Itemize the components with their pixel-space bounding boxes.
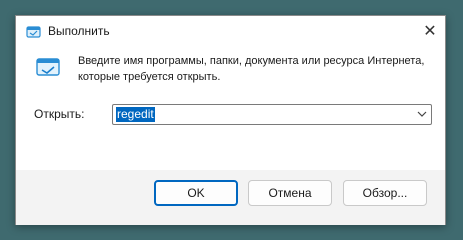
title-bar[interactable]: Выполнить ✕: [16, 16, 445, 48]
open-combobox[interactable]: regedit: [112, 104, 432, 125]
cancel-button[interactable]: Отмена: [248, 180, 332, 206]
browse-button[interactable]: Обзор...: [343, 180, 427, 206]
close-button[interactable]: ✕: [419, 19, 441, 43]
run-dialog: Выполнить ✕ Введите имя программы, папки…: [15, 15, 446, 225]
chevron-down-icon[interactable]: [417, 109, 427, 119]
open-input-value[interactable]: regedit: [116, 107, 155, 122]
run-icon: [26, 26, 41, 38]
window-title: Выполнить: [48, 24, 110, 38]
ok-button[interactable]: OK: [154, 180, 238, 206]
button-bar: OK Отмена Обзор...: [16, 170, 445, 225]
close-icon: ✕: [423, 23, 437, 40]
run-icon: [36, 58, 60, 76]
dialog-description: Введите имя программы, папки, документа …: [78, 55, 425, 83]
open-label: Открыть:: [34, 107, 85, 121]
